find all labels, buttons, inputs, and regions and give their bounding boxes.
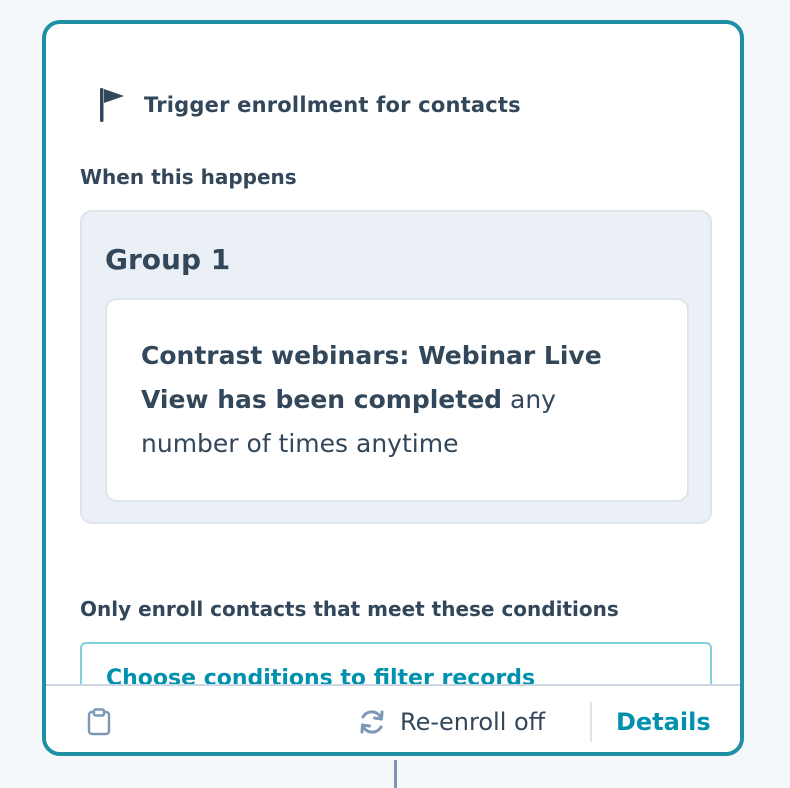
footer-divider [590, 702, 592, 742]
trigger-card[interactable]: Trigger enrollment for contacts When thi… [42, 20, 744, 756]
trigger-header: Trigger enrollment for contacts [98, 86, 521, 124]
details-button[interactable]: Details [616, 686, 711, 752]
condition-card[interactable]: Contrast webinars: Webinar Live View has… [105, 298, 689, 502]
reenroll-toggle[interactable]: Re-enroll off [358, 686, 546, 752]
condition-group: Group 1 Contrast webinars: Webinar Live … [80, 210, 712, 524]
workflow-connector-line [394, 760, 397, 788]
when-label: When this happens [80, 165, 297, 189]
only-enroll-label: Only enroll contacts that meet these con… [80, 597, 619, 621]
workflow-canvas: Trigger enrollment for contacts When thi… [0, 0, 790, 788]
card-footer: Re-enroll off Details [46, 684, 740, 752]
condition-text: Contrast webinars: Webinar Live View has… [141, 334, 641, 466]
reenroll-label: Re-enroll off [400, 708, 546, 736]
refresh-icon [360, 710, 384, 734]
clipboard-icon[interactable] [86, 708, 112, 736]
group-title: Group 1 [105, 243, 231, 276]
flag-icon [100, 88, 124, 122]
trigger-title: Trigger enrollment for contacts [144, 93, 521, 117]
